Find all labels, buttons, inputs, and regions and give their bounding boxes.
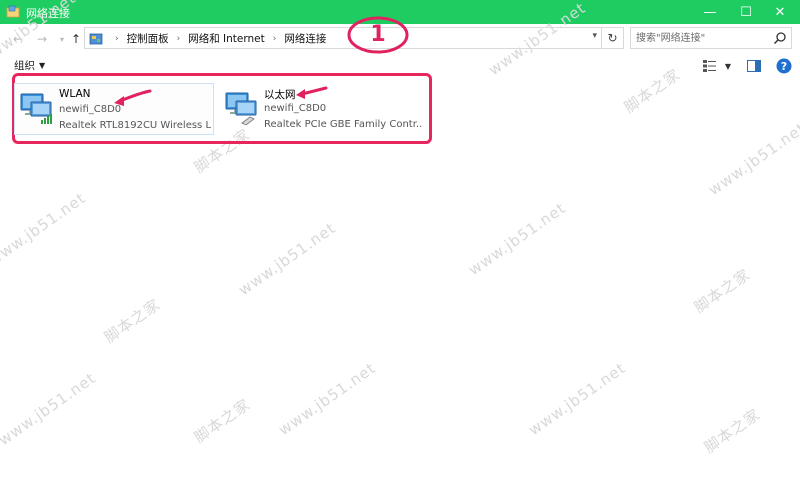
svg-text:?: ? — [781, 60, 787, 73]
adapter-name: 以太网 — [264, 89, 296, 101]
breadcrumb-network-internet[interactable]: 网络和 Internet — [188, 31, 265, 46]
view-options-chevron-icon[interactable]: ▼ — [720, 58, 736, 74]
search-icon[interactable] — [773, 31, 787, 45]
watermark-brand: 脚本之家 — [700, 405, 764, 457]
watermark-brand: 脚本之家 — [100, 295, 164, 347]
chevron-down-icon: ▼ — [39, 61, 46, 70]
annotation-arrow-icon — [114, 89, 152, 106]
control-panel-icon — [89, 33, 103, 44]
watermark-text: www.jb51.net — [235, 218, 340, 300]
adapter-name: WLAN — [59, 88, 91, 100]
organize-label: 组织 — [14, 60, 35, 72]
network-folder-icon — [6, 5, 20, 18]
close-button[interactable]: ✕ — [758, 0, 800, 24]
watermark-text: www.jb51.net — [525, 358, 630, 440]
breadcrumb-separator-icon: › — [272, 33, 277, 44]
watermark-text: www.jb51.net — [0, 368, 100, 450]
step-badge: 1 — [346, 14, 410, 56]
watermark-text: www.jb51.net — [275, 358, 380, 440]
annotation-arrow-icon — [296, 86, 328, 99]
watermark-text: www.jb51.net — [0, 188, 90, 270]
adapter-network: newifi_C8D0 — [264, 103, 327, 114]
address-dropdown-icon[interactable]: ▾ — [592, 31, 597, 41]
breadcrumb-separator-icon: › — [115, 33, 119, 44]
search-input[interactable] — [633, 29, 775, 47]
watermark-text: www.jb51.net — [705, 118, 800, 200]
breadcrumb-control-panel[interactable]: 控制面板 — [127, 31, 169, 46]
breadcrumb-network-connections[interactable]: 网络连接 — [284, 31, 326, 46]
search-box[interactable] — [630, 27, 792, 49]
watermark-brand: 脚本之家 — [190, 395, 254, 447]
breadcrumb-separator-icon: › — [176, 33, 181, 44]
watermark-brand: 脚本之家 — [690, 265, 754, 317]
preview-pane-icon[interactable] — [746, 58, 762, 74]
up-icon[interactable]: ↑ — [68, 31, 84, 47]
help-icon[interactable]: ? — [776, 58, 792, 74]
change-view-icon[interactable] — [702, 58, 718, 74]
adapter-device: Realtek RTL8192CU Wireless L... — [59, 120, 211, 131]
watermark-text: www.jb51.net — [465, 198, 570, 280]
refresh-icon: ↻ — [607, 31, 618, 45]
wifi-adapter-icon — [20, 93, 52, 124]
step-number: 1 — [370, 22, 386, 47]
ethernet-adapter-icon — [225, 92, 257, 125]
adapter-device: Realtek PCIe GBE Family Contr... — [264, 119, 422, 130]
refresh-button[interactable]: ↻ — [602, 27, 624, 49]
organize-menu-button[interactable]: 组织 ▼ — [14, 58, 45, 73]
